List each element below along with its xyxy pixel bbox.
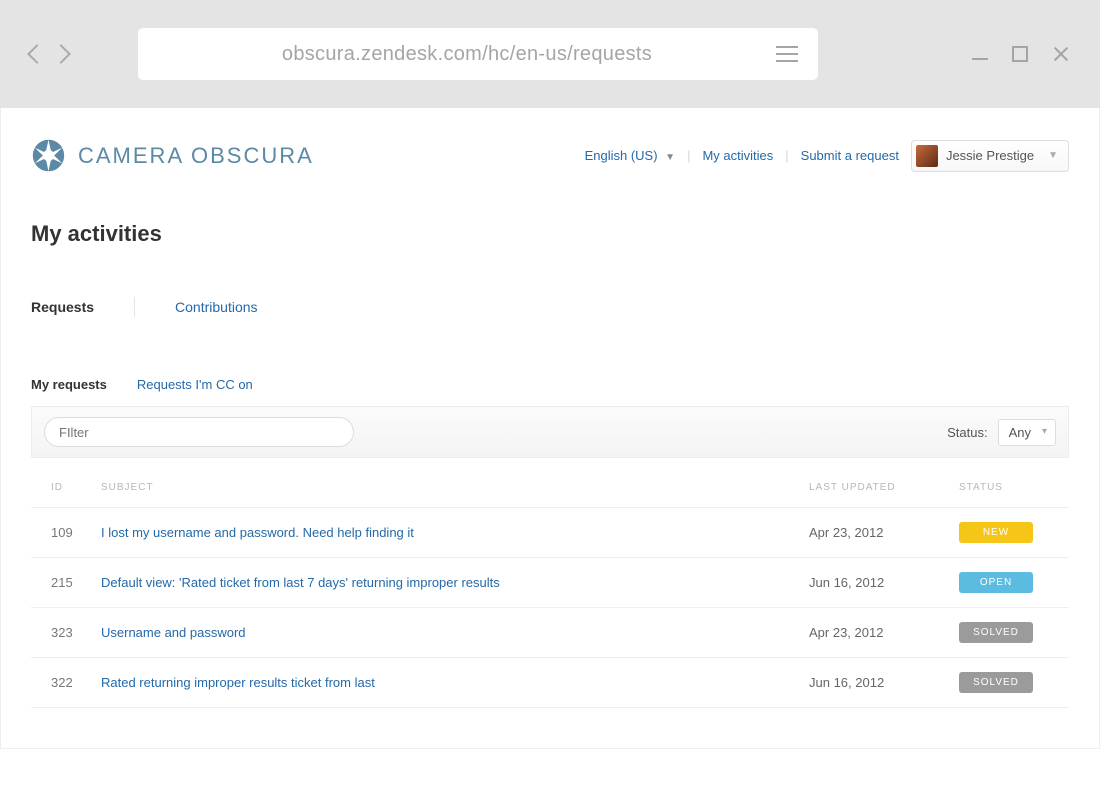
url-text: obscura.zendesk.com/hc/en-us/requests (158, 43, 776, 66)
status-select[interactable]: Any (998, 419, 1056, 446)
cell-id: 323 (31, 608, 91, 658)
sub-tabs: My requests Requests I'm CC on (31, 377, 1069, 392)
cell-updated: Apr 23, 2012 (799, 608, 949, 658)
table-row: 215 Default view: 'Rated ticket from last… (31, 558, 1069, 608)
status-filter: Status: Any (947, 419, 1056, 446)
back-button-icon[interactable] (27, 44, 47, 64)
separator (134, 297, 135, 317)
table-row: 109 I lost my username and password. Need… (31, 508, 1069, 558)
status-badge: NEW (959, 522, 1033, 543)
browser-chrome: obscura.zendesk.com/hc/en-us/requests (0, 0, 1100, 108)
language-label: English (US) (585, 148, 658, 163)
aperture-icon (31, 138, 66, 173)
close-icon[interactable] (1052, 45, 1070, 63)
tab-requests[interactable]: Requests (31, 299, 94, 315)
cell-updated: Jun 16, 2012 (799, 658, 949, 708)
cell-id: 322 (31, 658, 91, 708)
request-link[interactable]: Default view: 'Rated ticket from last 7 … (101, 575, 500, 590)
cell-subject: Rated returning improper results ticket … (91, 658, 799, 708)
separator: | (785, 148, 788, 163)
nav-arrows (30, 47, 68, 61)
status-label: Status: (947, 425, 987, 440)
request-link[interactable]: Rated returning improper results ticket … (101, 675, 375, 690)
cell-subject: I lost my username and password. Need he… (91, 508, 799, 558)
subtab-my-requests[interactable]: My requests (31, 377, 107, 392)
col-id: ID (31, 464, 91, 508)
maximize-icon[interactable] (1012, 46, 1028, 62)
cell-subject: Default view: 'Rated ticket from last 7 … (91, 558, 799, 608)
subtab-cc-on[interactable]: Requests I'm CC on (137, 377, 253, 392)
user-name: Jessie Prestige (946, 148, 1034, 163)
user-menu[interactable]: Jessie Prestige ▼ (911, 140, 1069, 172)
avatar (916, 145, 938, 167)
cell-updated: Apr 23, 2012 (799, 508, 949, 558)
cell-status: SOLVED (949, 608, 1069, 658)
forward-button-icon[interactable] (51, 44, 71, 64)
header-nav: English (US) ▼ | My activities | Submit … (585, 140, 1069, 172)
filter-row: Status: Any (31, 406, 1069, 458)
requests-table: ID SUBJECT LAST UPDATED STATUS 109 I lost… (31, 464, 1069, 708)
separator: | (687, 148, 690, 163)
cell-status: OPEN (949, 558, 1069, 608)
cell-subject: Username and password (91, 608, 799, 658)
table-row: 323 Username and password Apr 23, 2012 SOLV… (31, 608, 1069, 658)
request-link[interactable]: I lost my username and password. Need he… (101, 525, 414, 540)
primary-tabs: Requests Contributions (31, 297, 1069, 317)
col-updated: LAST UPDATED (799, 464, 949, 508)
status-badge: SOLVED (959, 622, 1033, 643)
cell-id: 215 (31, 558, 91, 608)
brand-name: CAMERA OBSCURA (78, 143, 314, 169)
my-activities-link[interactable]: My activities (702, 148, 773, 163)
window-controls (972, 45, 1070, 63)
tab-contributions[interactable]: Contributions (175, 299, 258, 315)
table-row: 322 Rated returning improper results tick… (31, 658, 1069, 708)
brand[interactable]: CAMERA OBSCURA (31, 138, 314, 173)
language-selector[interactable]: English (US) ▼ (585, 148, 676, 163)
site-header: CAMERA OBSCURA English (US) ▼ | My activ… (31, 138, 1069, 203)
status-badge: OPEN (959, 572, 1033, 593)
submit-request-link[interactable]: Submit a request (801, 148, 899, 163)
cell-updated: Jun 16, 2012 (799, 558, 949, 608)
request-link[interactable]: Username and password (101, 625, 246, 640)
col-subject: SUBJECT (91, 464, 799, 508)
chevron-down-icon: ▼ (665, 152, 675, 163)
url-bar[interactable]: obscura.zendesk.com/hc/en-us/requests (138, 28, 818, 80)
minimize-icon[interactable] (972, 58, 988, 60)
filter-input[interactable] (44, 417, 354, 447)
cell-status: SOLVED (949, 658, 1069, 708)
chevron-down-icon: ▼ (1048, 150, 1058, 161)
status-select-value: Any (1009, 425, 1031, 440)
col-status: STATUS (949, 464, 1069, 508)
status-badge: SOLVED (959, 672, 1033, 693)
table-header-row: ID SUBJECT LAST UPDATED STATUS (31, 464, 1069, 508)
cell-id: 109 (31, 508, 91, 558)
page-title: My activities (31, 221, 1069, 247)
page-body: CAMERA OBSCURA English (US) ▼ | My activ… (0, 108, 1100, 749)
cell-status: NEW (949, 508, 1069, 558)
menu-icon[interactable] (776, 46, 798, 62)
